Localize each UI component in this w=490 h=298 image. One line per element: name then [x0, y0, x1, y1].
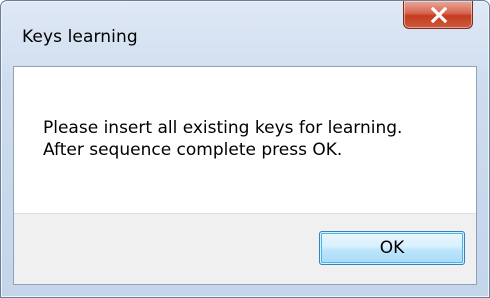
close-button[interactable]	[403, 1, 473, 29]
message-line-2: After sequence complete press OK.	[43, 140, 343, 160]
title-bar[interactable]: Keys learning	[1, 1, 489, 67]
dialog-content: Please insert all existing keys for lear…	[13, 66, 477, 285]
dialog-window: Keys learning Please insert all existing…	[0, 0, 490, 298]
message-line-1: Please insert all existing keys for lear…	[43, 118, 403, 138]
ok-button[interactable]: OK	[319, 231, 465, 265]
button-bar: OK	[14, 213, 476, 284]
close-icon	[430, 7, 448, 23]
window-title: Keys learning	[22, 27, 138, 47]
message-text: Please insert all existing keys for lear…	[43, 117, 402, 161]
